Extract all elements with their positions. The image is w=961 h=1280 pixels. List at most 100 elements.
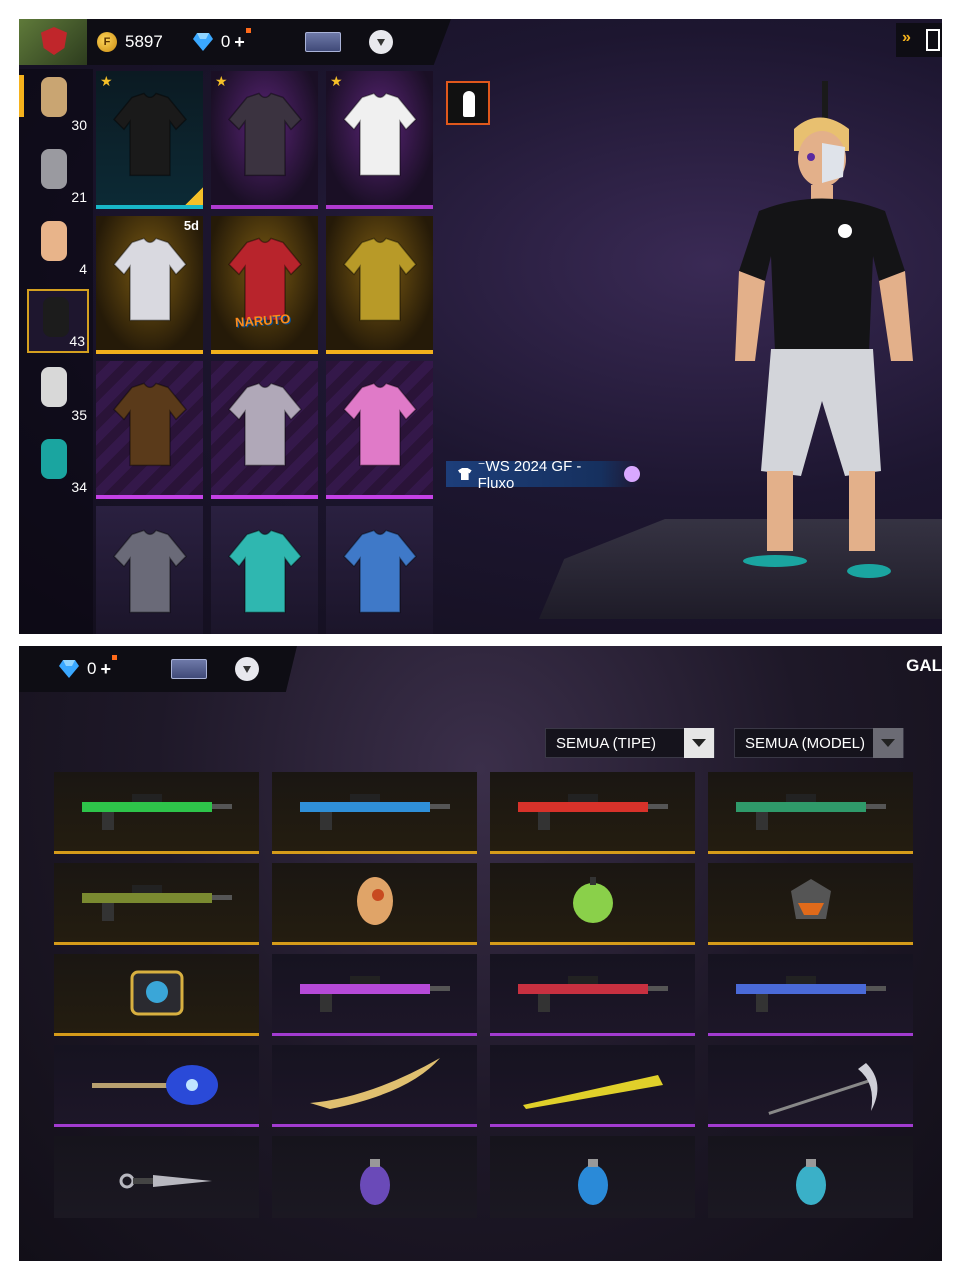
- gender-icon: [624, 466, 640, 482]
- membership-card-icon[interactable]: [170, 659, 207, 679]
- outfit-tile[interactable]: [96, 361, 203, 499]
- expand-button[interactable]: »: [896, 23, 942, 57]
- outfit-tile[interactable]: ★: [211, 71, 318, 209]
- outfit-tile[interactable]: [326, 216, 433, 354]
- outfit-icon: [342, 237, 417, 322]
- category-thumbnail: [41, 367, 67, 407]
- wardrobe-panel: F 5897 0 + » 30 21 4 43 35 34 ★ ★ ★ 5d NARUTO ⁻WS…: [19, 19, 942, 634]
- cloud-download-icon[interactable]: [234, 657, 259, 681]
- weapon-tile[interactable]: [272, 954, 477, 1036]
- category-count: 35: [71, 407, 87, 423]
- blade-icon: [309, 1057, 440, 1109]
- outfit-icon: [112, 92, 187, 177]
- grenade-icon: [795, 1159, 826, 1205]
- category-thumbnail: [43, 297, 69, 337]
- weapon-vault-panel: 0 + GAL SEMUA (TIPE) SEMUA (MODEL): [19, 646, 942, 1261]
- outfit-tile[interactable]: ★: [96, 71, 203, 209]
- weapon-tile[interactable]: [708, 863, 913, 945]
- weapon-tile[interactable]: [708, 772, 913, 854]
- rifle-icon: [735, 793, 886, 830]
- model-filter-value: SEMUA (MODEL): [745, 734, 866, 752]
- outfit-tile[interactable]: [326, 506, 433, 634]
- weapon-tile[interactable]: [708, 1136, 913, 1218]
- weapon-tile[interactable]: [272, 863, 477, 945]
- character-preview[interactable]: [709, 81, 929, 581]
- weapon-tile[interactable]: [490, 863, 695, 945]
- badge-icon: [130, 970, 183, 1015]
- egg-icon: [356, 876, 393, 925]
- grenade-icon: [577, 1159, 608, 1205]
- gold-coin-icon: F: [97, 32, 117, 52]
- outfit-tile[interactable]: [211, 506, 318, 634]
- weapon-tile[interactable]: [54, 1045, 259, 1127]
- weapon-tile[interactable]: [272, 1136, 477, 1218]
- orb-icon: [572, 876, 613, 923]
- bat-icon: [522, 1074, 663, 1109]
- weapon-tile[interactable]: [54, 954, 259, 1036]
- outfit-icon: [227, 92, 302, 177]
- category-item[interactable]: 43: [27, 289, 89, 353]
- weapon-tile[interactable]: [490, 1045, 695, 1127]
- star-icon: ★: [330, 73, 343, 89]
- rifle-icon: [81, 884, 232, 921]
- topup-button[interactable]: +: [100, 654, 117, 680]
- outfit-tile[interactable]: [211, 361, 318, 499]
- weapon-tile[interactable]: [490, 772, 695, 854]
- weapon-tile[interactable]: [54, 772, 259, 854]
- category-count: 30: [71, 117, 87, 133]
- membership-card-icon[interactable]: [304, 32, 341, 52]
- category-item[interactable]: 21: [27, 143, 89, 207]
- cloud-download-icon[interactable]: [368, 30, 393, 54]
- outfit-icon: [227, 529, 302, 614]
- outfit-icon: [342, 382, 417, 467]
- weapon-tile[interactable]: [490, 1136, 695, 1218]
- kunai-icon: [119, 1173, 212, 1189]
- category-count: 43: [69, 333, 85, 349]
- weapon-tile[interactable]: [54, 863, 259, 945]
- weapon-tile[interactable]: [490, 954, 695, 1036]
- topup-button[interactable]: +: [234, 27, 251, 53]
- chevron-down-icon: [873, 728, 903, 758]
- mannequin-button[interactable]: [446, 81, 490, 125]
- outfit-grid: ★ ★ ★ 5d NARUTO: [96, 71, 434, 634]
- naruto-logo: NARUTO: [234, 311, 291, 330]
- notification-dot: [111, 654, 117, 660]
- weapon-tile[interactable]: [272, 772, 477, 854]
- outfit-tile[interactable]: ★: [326, 71, 433, 209]
- diamond-icon: [192, 33, 213, 51]
- star-icon: ★: [215, 73, 228, 89]
- gallery-tab[interactable]: GAL: [906, 656, 942, 676]
- category-item[interactable]: 4: [27, 215, 89, 279]
- outfit-name: ⁻WS 2024 GF - Fluxo: [477, 457, 582, 492]
- outfit-tile[interactable]: NARUTO: [211, 216, 318, 354]
- diamond-amount: 0: [87, 659, 97, 678]
- notification-dot: [245, 27, 251, 33]
- currency-bar-bottom: 0 +: [19, 646, 297, 692]
- category-thumbnail: [41, 77, 67, 117]
- model-filter-dropdown[interactable]: SEMUA (MODEL): [734, 728, 904, 758]
- outfit-tile[interactable]: 5d: [96, 216, 203, 354]
- outfit-name-banner: ⁻WS 2024 GF - Fluxo: [446, 458, 640, 492]
- player-avatar[interactable]: [19, 19, 87, 65]
- rifle-icon: [299, 793, 450, 830]
- profile-icon: [926, 29, 940, 51]
- outfit-tile[interactable]: [96, 506, 203, 634]
- weapon-tile[interactable]: [708, 954, 913, 1036]
- outfit-icon: [342, 92, 417, 177]
- rifle-icon: [81, 793, 232, 830]
- category-item[interactable]: 34: [27, 433, 89, 497]
- type-filter-dropdown[interactable]: SEMUA (TIPE): [545, 728, 715, 758]
- weapon-tile[interactable]: [708, 1045, 913, 1127]
- outfit-icon: [112, 529, 187, 614]
- rank-badge-icon: [41, 27, 67, 55]
- rifle-icon: [735, 975, 886, 1012]
- rifle-icon: [517, 793, 668, 830]
- category-scroll-indicator: [19, 75, 24, 117]
- weapon-tile[interactable]: [54, 1136, 259, 1218]
- outfit-tile[interactable]: [326, 361, 433, 499]
- coin-amount: 5897: [125, 32, 163, 51]
- weapon-tile[interactable]: [272, 1045, 477, 1127]
- scythe-icon: [767, 1062, 877, 1115]
- category-item[interactable]: 35: [27, 361, 89, 425]
- category-item[interactable]: 30: [27, 71, 89, 135]
